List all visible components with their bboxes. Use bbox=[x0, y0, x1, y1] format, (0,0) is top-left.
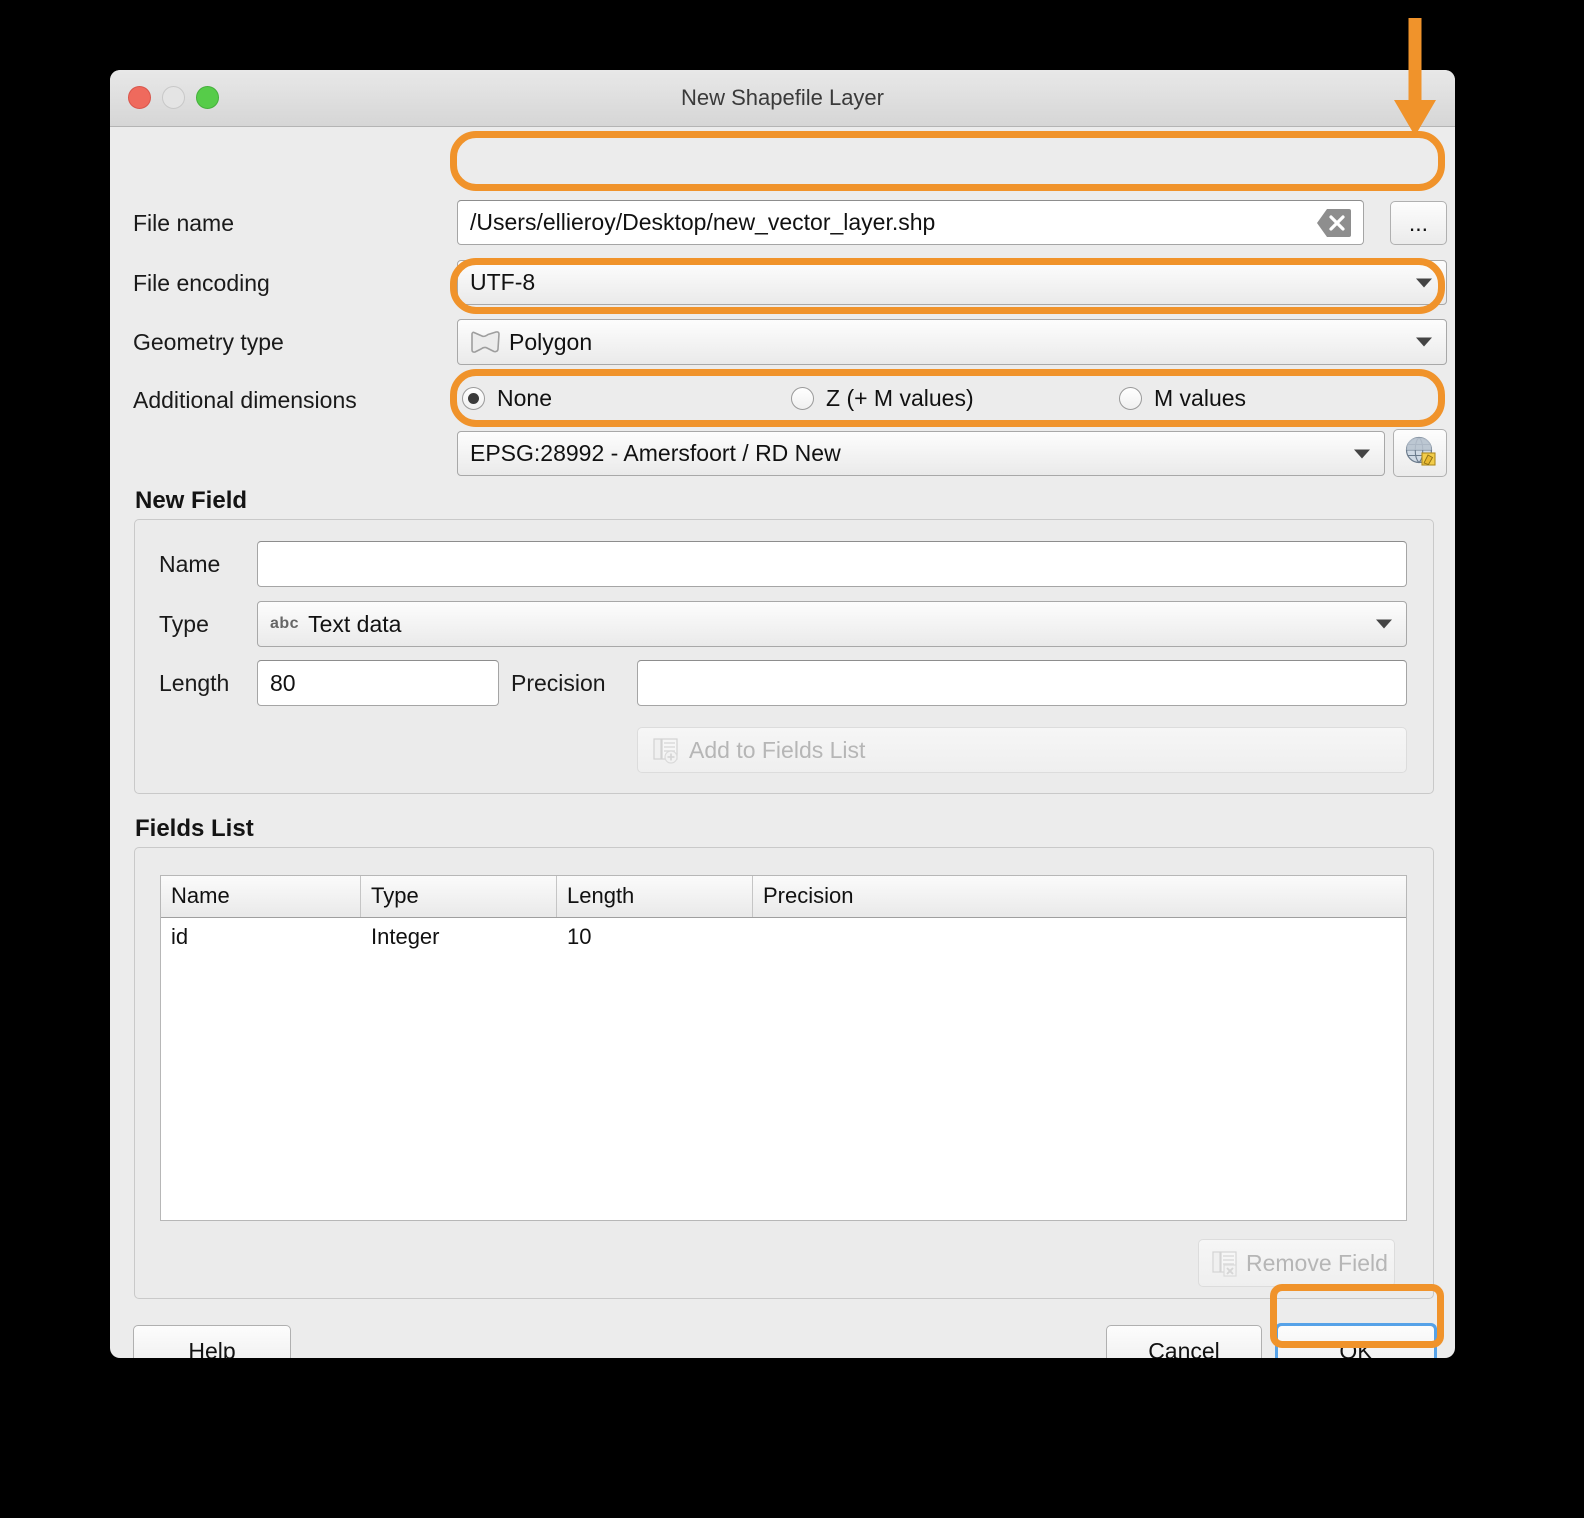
field-length-input[interactable]: 80 bbox=[257, 660, 499, 706]
file-encoding-value: UTF-8 bbox=[470, 269, 536, 295]
fields-table[interactable]: Name Type Length Precision id Integer 10 bbox=[160, 875, 1407, 1221]
radio-z-m-values[interactable]: Z (+ M values) bbox=[791, 385, 974, 412]
chevron-down-icon bbox=[1416, 278, 1432, 287]
file-name-label: File name bbox=[133, 210, 234, 236]
dialog-content: File name /Users/ellieroy/Desktop/new_ve… bbox=[110, 127, 1455, 1358]
cell-precision bbox=[753, 918, 1406, 958]
file-name-value: /Users/ellieroy/Desktop/new_vector_layer… bbox=[470, 209, 936, 235]
radio-none-indicator bbox=[462, 387, 485, 410]
chevron-down-icon bbox=[1376, 619, 1392, 629]
add-to-fields-list-button[interactable]: Add to Fields List bbox=[637, 727, 1407, 773]
crs-combo[interactable]: EPSG:28992 - Amersfoort / RD New bbox=[457, 431, 1385, 476]
fields-table-header: Name Type Length Precision bbox=[161, 876, 1406, 918]
radio-m-values[interactable]: M values bbox=[1119, 385, 1246, 412]
remove-field-button[interactable]: Remove Field bbox=[1198, 1239, 1395, 1287]
field-type-label: Type bbox=[159, 611, 209, 637]
remove-field-label: Remove Field bbox=[1246, 1249, 1388, 1276]
table-row[interactable]: id Integer 10 bbox=[161, 918, 1406, 958]
new-field-title: New Field bbox=[135, 487, 248, 514]
field-name-label: Name bbox=[159, 551, 221, 577]
field-precision-input[interactable] bbox=[637, 660, 1407, 706]
geometry-type-combo[interactable]: Polygon bbox=[457, 319, 1447, 365]
radio-z-m-values-indicator bbox=[791, 387, 814, 410]
cell-length: 10 bbox=[567, 924, 592, 949]
radio-none[interactable]: None bbox=[462, 385, 552, 412]
cell-type: Integer bbox=[371, 924, 440, 949]
chevron-down-icon bbox=[1416, 337, 1432, 347]
dialog-title: New Shapefile Layer bbox=[680, 85, 884, 110]
additional-dimensions-label: Additional dimensions bbox=[133, 387, 357, 413]
remove-field-icon bbox=[1211, 1249, 1239, 1277]
down-arrow-annotation bbox=[1394, 18, 1436, 136]
field-type-value: Text data bbox=[308, 610, 402, 637]
abc-text-icon: abc bbox=[270, 615, 300, 632]
column-header-precision[interactable]: Precision bbox=[753, 876, 1406, 917]
select-crs-button[interactable] bbox=[1393, 429, 1447, 477]
dialog-titlebar: New Shapefile Layer bbox=[110, 70, 1455, 127]
file-encoding-label: File encoding bbox=[133, 270, 270, 296]
help-button[interactable]: Help bbox=[133, 1325, 291, 1358]
file-name-input[interactable]: /Users/ellieroy/Desktop/new_vector_layer… bbox=[457, 200, 1364, 245]
fields-list-title: Fields List bbox=[135, 815, 254, 842]
file-encoding-combo[interactable]: UTF-8 bbox=[457, 260, 1447, 305]
field-type-combo[interactable]: abc Text data bbox=[257, 601, 1407, 647]
column-header-name[interactable]: Name bbox=[161, 876, 361, 917]
field-length-label: Length bbox=[159, 670, 230, 696]
radio-m-values-label: M values bbox=[1154, 385, 1247, 411]
clear-x-icon[interactable] bbox=[1317, 208, 1351, 237]
crs-value: EPSG:28992 - Amersfoort / RD New bbox=[470, 440, 841, 466]
field-precision-label: Precision bbox=[511, 670, 606, 696]
geometry-type-value: Polygon bbox=[509, 328, 593, 355]
chevron-down-icon bbox=[1354, 449, 1370, 458]
cancel-button[interactable]: Cancel bbox=[1106, 1325, 1262, 1358]
field-length-value: 80 bbox=[270, 669, 296, 696]
radio-m-values-indicator bbox=[1119, 387, 1142, 410]
field-name-input[interactable] bbox=[257, 541, 1407, 587]
geometry-type-label: Geometry type bbox=[133, 329, 284, 355]
column-header-length[interactable]: Length bbox=[557, 876, 753, 917]
new-shapefile-layer-dialog: New Shapefile Layer File name /Users/ell… bbox=[110, 70, 1455, 1358]
ok-button[interactable]: OK bbox=[1277, 1325, 1435, 1358]
globe-crs-icon bbox=[1403, 433, 1437, 473]
radio-none-label: None bbox=[497, 385, 552, 411]
add-to-fields-list-label: Add to Fields List bbox=[689, 736, 866, 763]
cell-name: id bbox=[171, 924, 189, 949]
polygon-icon bbox=[470, 331, 500, 353]
browse-file-button[interactable]: ... bbox=[1390, 201, 1447, 245]
column-header-type[interactable]: Type bbox=[361, 876, 557, 917]
add-field-icon bbox=[652, 736, 680, 764]
radio-z-m-values-label: Z (+ M values) bbox=[826, 385, 974, 411]
